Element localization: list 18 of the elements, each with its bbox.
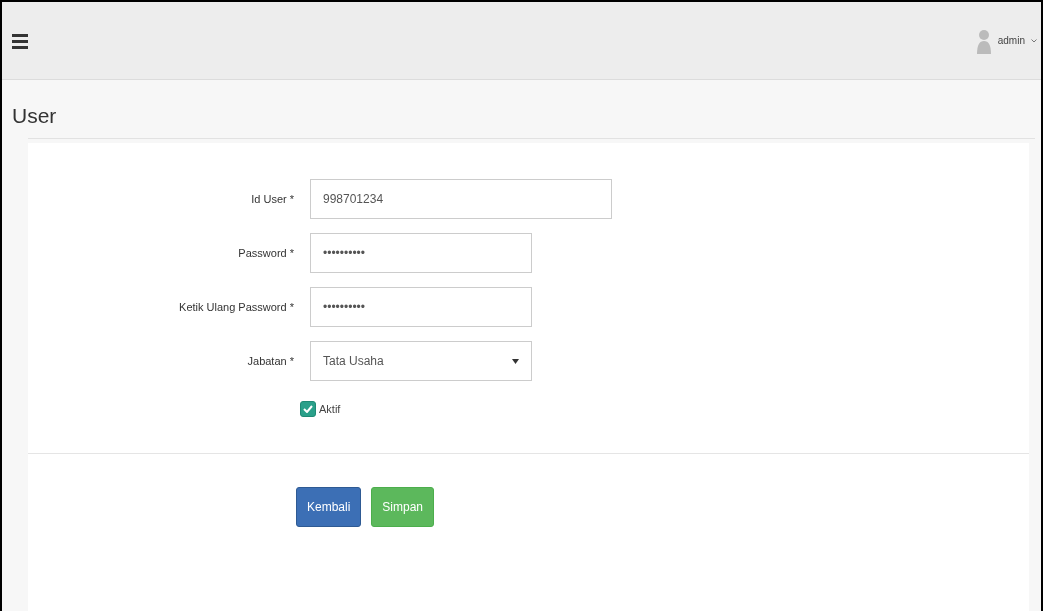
input-field[interactable]: •••••••••• xyxy=(310,287,532,327)
check-icon xyxy=(303,405,313,413)
field-label: Id User * xyxy=(250,193,295,205)
select-field[interactable]: Tata Usaha xyxy=(310,341,532,381)
user-avatar-icon xyxy=(975,27,992,54)
checkbox[interactable] xyxy=(300,401,316,417)
input-field[interactable]: •••••••••• xyxy=(310,233,532,273)
caret-icon xyxy=(512,357,519,365)
chevron-down-icon[interactable] xyxy=(1031,38,1037,43)
input-field[interactable]: 998701234 xyxy=(310,179,612,219)
field-label: Password * xyxy=(237,247,295,259)
back-button[interactable]: Kembali xyxy=(296,487,362,527)
menu-icon[interactable] xyxy=(12,31,28,50)
field-label: Ketik Ulang Password * xyxy=(178,301,295,313)
user-menu[interactable]: admin xyxy=(997,35,1025,46)
field-label: Jabatan * xyxy=(246,355,295,367)
checkbox-label: Aktif xyxy=(319,403,341,415)
page-title: User xyxy=(11,103,58,129)
